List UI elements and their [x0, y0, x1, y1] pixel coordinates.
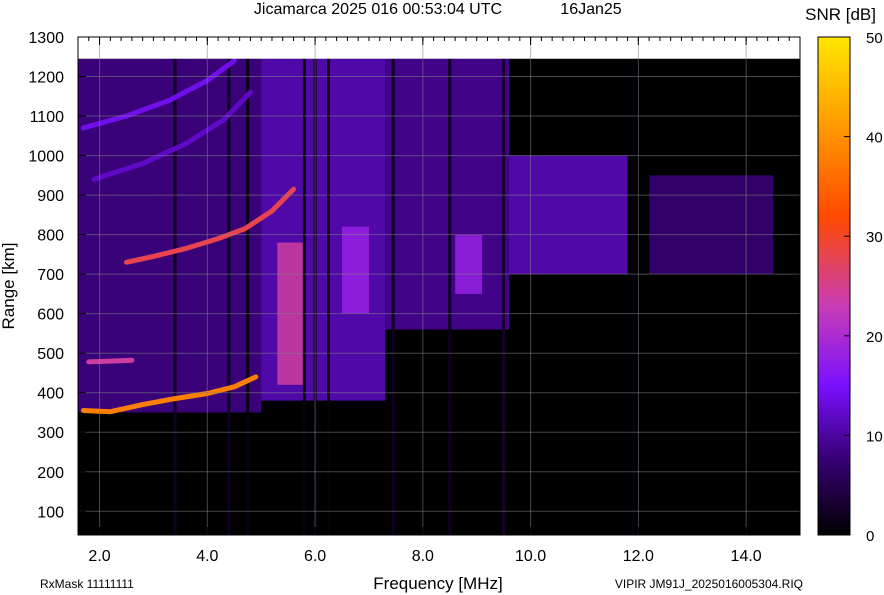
y-tick-label-4: 500 [37, 346, 64, 363]
y-tick-label-12: 1300 [28, 30, 64, 47]
colorbar-tick-label-0: 0 [866, 528, 874, 545]
heatmap-region-7 [455, 234, 483, 294]
y-axis-ticks: 100 200 300 400 500 600 700 800 900 1000 1100 1200 1… [28, 30, 86, 521]
file-label: VIPIR JM91J_2025016005304.RIQ [615, 577, 803, 591]
heatmap-region-4 [649, 175, 774, 275]
x-tick-label-4: 10.0 [515, 548, 546, 565]
rxmask-label: RxMask 11111111 [40, 577, 134, 591]
ionogram-figure: Jicamarca 2025 016 00:53:04 UTC 16Jan25 … [0, 1, 883, 593]
y-tick-label-10: 1100 [30, 109, 65, 126]
x-tick-label-3: 8.0 [412, 548, 434, 565]
x-tick-label-2: 6.0 [304, 548, 326, 565]
heatmap-region-2 [385, 58, 510, 330]
y-tick-label-8: 900 [37, 188, 64, 205]
y-axis-label: Range [km] [0, 243, 18, 330]
x-tick-label-5: 12.0 [623, 548, 654, 565]
y-tick-label-1: 200 [37, 465, 64, 482]
heatmap-region-3 [509, 155, 628, 275]
y-tick-label-3: 400 [37, 386, 64, 403]
x-tick-label-1: 4.0 [196, 548, 218, 565]
colorbar-label: SNR [dB] [805, 5, 876, 24]
chart-date: 16Jan25 [560, 1, 621, 18]
x-tick-label-6: 14.0 [731, 548, 762, 565]
heatmap-region-6 [342, 226, 369, 314]
colorbar-tick-label-4: 40 [866, 130, 883, 147]
y-tick-label-6: 700 [37, 267, 64, 284]
colorbar-tick-label-5: 50 [866, 30, 883, 47]
echo-trace-4 [86, 357, 135, 365]
no-data-band [78, 37, 800, 59]
colorbar-tick-label-1: 10 [866, 428, 883, 445]
y-tick-label-0: 100 [37, 504, 64, 521]
y-tick-label-2: 300 [37, 425, 64, 442]
x-axis-label: Frequency [MHz] [373, 574, 502, 593]
x-tick-label-0: 2.0 [88, 548, 110, 565]
colorbar [817, 36, 851, 536]
y-tick-label-11: 1200 [28, 70, 64, 87]
colorbar-tick-label-2: 20 [866, 329, 883, 346]
y-tick-label-5: 600 [37, 307, 64, 324]
y-tick-label-7: 800 [37, 228, 64, 245]
chart-title: Jicamarca 2025 016 00:53:04 UTC [254, 1, 502, 18]
colorbar-tick-label-3: 30 [866, 229, 883, 246]
y-tick-label-9: 1000 [28, 149, 64, 166]
